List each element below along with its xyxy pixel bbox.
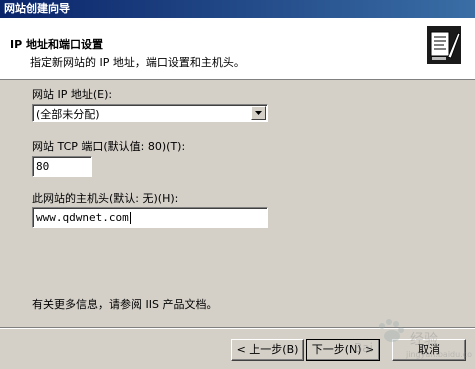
host-header-label: 此网站的主机头(默认: 无)(H): — [32, 192, 179, 205]
ip-address-value: (全部未分配) — [36, 108, 100, 121]
web-server-wizard-icon — [427, 26, 461, 64]
wizard-header: IP 地址和端口设置 指定新网站的 IP 地址，端口设置和主机头。 — [0, 18, 475, 80]
svg-text:Bai: Bai — [354, 341, 373, 355]
tcp-port-input[interactable]: 80 — [32, 156, 92, 177]
window-titlebar: 网站创建向导 — [0, 0, 475, 18]
text-caret — [129, 212, 131, 224]
host-header-value: www.qdwnet.com — [36, 211, 129, 224]
page-subtitle: 指定新网站的 IP 地址，端口设置和主机头。 — [30, 56, 245, 69]
tcp-port-label: 网站 TCP 端口(默认值: 80)(T): — [32, 140, 186, 153]
svg-text:jingyan.baidu.com: jingyan.baidu.com — [405, 350, 472, 359]
window-title: 网站创建向导 — [4, 2, 70, 15]
baidu-watermark-logo: Bai 经验 jingyan.baidu.com — [354, 319, 472, 359]
help-info-text: 有关更多信息，请参阅 IIS 产品文档。 — [32, 298, 218, 311]
page-title: IP 地址和端口设置 — [10, 38, 103, 51]
tcp-port-value: 80 — [36, 160, 50, 173]
dropdown-arrow-icon[interactable] — [251, 106, 266, 120]
svg-text:经验: 经验 — [410, 332, 438, 348]
ip-address-label: 网站 IP 地址(E): — [32, 88, 113, 101]
ip-address-select[interactable]: (全部未分配) — [32, 104, 268, 122]
back-button[interactable]: < 上一步(B) — [231, 339, 304, 361]
host-header-input[interactable]: www.qdwnet.com — [32, 207, 268, 228]
